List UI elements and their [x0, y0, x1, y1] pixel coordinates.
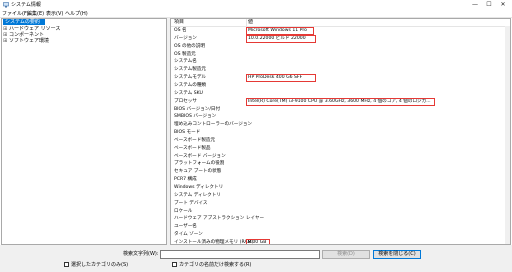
row-item: Windows ディレクトリ — [174, 185, 224, 190]
system-info-icon — [3, 2, 9, 8]
row-item: ブート デバイス — [174, 200, 208, 206]
table-row[interactable]: OS 製造元 — [171, 51, 510, 59]
tree-item-label: システムの要約 — [5, 19, 40, 25]
table-row[interactable]: PCR7 構成 — [171, 176, 510, 184]
column-header-item[interactable]: 項目 — [174, 19, 184, 26]
row-item: BIOS モード — [174, 130, 201, 136]
selected-category-only-checkbox[interactable]: 選択したカテゴリのみ(S) — [64, 262, 128, 269]
row-item: ロケール — [174, 208, 193, 214]
table-row[interactable]: OS の他の説明 — [171, 43, 510, 51]
row-item: ベースボード製品 — [174, 145, 211, 151]
row-item: システムモデル — [174, 75, 207, 81]
search-input[interactable] — [160, 250, 320, 259]
row-item: システム ディレクトリ — [174, 192, 221, 198]
title-bar: システム情報 — ☐ ✕ — [0, 0, 512, 10]
tree-item-system-summary[interactable]: システムの要約 — [3, 19, 45, 25]
table-row[interactable]: ロケール — [171, 208, 510, 216]
row-item: プロセッサ — [174, 98, 197, 104]
row-item: OS 製造元 — [174, 51, 196, 57]
table-row[interactable]: BIOS モード — [171, 129, 510, 137]
list-header: 項目 値 — [171, 19, 510, 27]
row-item: OS 名 — [174, 28, 187, 33]
row-item: システム製造元 — [174, 67, 207, 73]
maximize-button[interactable]: ☐ — [482, 1, 496, 9]
table-row[interactable]: プロセッサ Intel(R) Core(TM) i3-9100 CPU @ 3.6… — [171, 97, 510, 106]
checkbox-label: 選択したカテゴリのみ(S) — [71, 262, 129, 268]
row-item: システムの種類 — [174, 82, 207, 88]
column-divider[interactable] — [246, 19, 247, 26]
highlight-box — [246, 97, 435, 106]
table-row[interactable]: バージョン 10.0.22000 ビルド 22000 — [171, 34, 510, 43]
vertical-scrollbar[interactable] — [505, 26, 510, 244]
row-item: ベースボード製造元 — [174, 137, 216, 143]
checkbox-box[interactable] — [64, 262, 69, 267]
table-row[interactable]: ベースボード製造元 — [171, 137, 510, 145]
highlight-box — [246, 27, 314, 35]
checkbox-label: カテゴリの名前だけ検索する(R) — [179, 262, 252, 268]
table-row[interactable]: BIOS バージョン/日付 — [171, 106, 510, 114]
table-row[interactable]: システム製造元 — [171, 66, 510, 74]
highlight-box — [246, 74, 316, 83]
close-search-button[interactable]: 検索を閉じる(C) — [373, 250, 421, 259]
checkbox-box[interactable] — [172, 262, 177, 267]
row-item: システム名 — [174, 59, 197, 65]
search-button[interactable]: 検索(D) — [322, 250, 370, 259]
table-row[interactable]: ベースボード製品 — [171, 145, 510, 153]
row-item: システム SKU — [174, 90, 203, 96]
row-item: ユーザー名 — [174, 224, 197, 230]
table-row[interactable]: システムモデル HP ProDesk 400 G6 SFF — [171, 74, 510, 83]
row-item: OS の他の説明 — [174, 43, 205, 49]
row-item: SMBIOS バージョン — [174, 114, 217, 120]
row-item: バージョン — [174, 35, 197, 41]
tree-item-label: ソフトウェア環境 — [9, 38, 50, 44]
column-header-value[interactable]: 値 — [248, 19, 253, 26]
table-row[interactable]: ベースボード バージョン — [171, 153, 510, 161]
table-row[interactable]: OS 名 Microsoft Windows 11 Pro — [171, 27, 510, 35]
table-row[interactable]: ユーザー名 — [171, 223, 510, 231]
table-row[interactable]: セキュア ブートの状態 — [171, 168, 510, 176]
details-list[interactable]: 項目 値 OS 名 Microsoft Windows 11 Pro バージョン 10… — [170, 18, 511, 245]
close-button[interactable]: ✕ — [496, 1, 510, 9]
row-item: PCR7 構成 — [174, 177, 197, 183]
row-item: タイム ゾーン — [174, 232, 203, 238]
table-row[interactable]: Windows ディレクトリ — [171, 184, 510, 192]
table-row[interactable]: システム ディレクトリ — [171, 192, 510, 200]
category-names-only-checkbox[interactable]: カテゴリの名前だけ検索する(R) — [172, 262, 251, 269]
table-row[interactable]: SMBIOS バージョン — [171, 113, 510, 121]
row-item: セキュア ブートの状態 — [174, 169, 222, 175]
row-item: 埋め込みコントローラーのバージョン — [174, 122, 253, 128]
row-item: ハードウェア アブストラクション レイヤー — [174, 216, 265, 222]
category-tree[interactable]: システムの要約 ⊞ ハードウェア リソース ⊞ コンポーネント ⊞ ソフトウェア環境 — [1, 18, 167, 245]
table-row[interactable]: システム SKU — [171, 90, 510, 98]
table-row[interactable]: システム名 — [171, 58, 510, 66]
row-item: ベースボード バージョン — [174, 153, 226, 159]
table-row[interactable]: プラットフォームの役割 — [171, 160, 510, 168]
highlight-box — [246, 34, 316, 43]
search-label: 検索文字列(W): — [123, 251, 159, 257]
table-row[interactable]: ブート デバイス — [171, 200, 510, 208]
tree-item-software-environment[interactable]: ⊞ ソフトウェア環境 — [3, 38, 49, 44]
minimize-button[interactable]: — — [468, 1, 482, 9]
table-row[interactable]: システムの種類 — [171, 82, 510, 90]
row-item: BIOS バージョン/日付 — [174, 106, 221, 112]
window-title: システム情報 — [11, 2, 41, 8]
table-row[interactable]: タイム ゾーン — [171, 231, 510, 239]
row-item: プラットフォームの役割 — [174, 161, 225, 167]
table-row[interactable]: ハードウェア アブストラクション レイヤー — [171, 215, 510, 223]
table-row[interactable]: 埋め込みコントローラーのバージョン — [171, 121, 510, 129]
